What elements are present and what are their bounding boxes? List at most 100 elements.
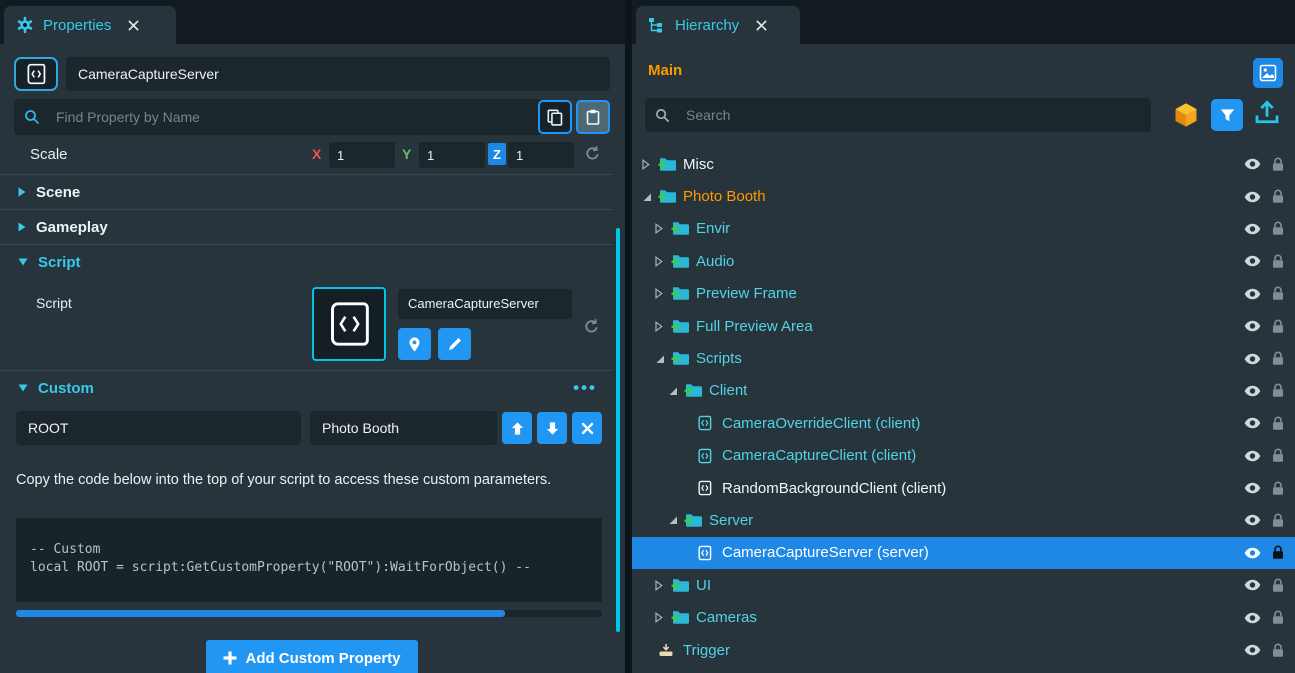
chevron-collapsed-icon[interactable] <box>655 288 671 299</box>
scale-z-input[interactable] <box>508 148 574 163</box>
visibility-eye-icon[interactable] <box>1244 191 1261 203</box>
lock-icon[interactable] <box>1272 221 1284 236</box>
edit-script-button[interactable] <box>438 328 471 360</box>
script-icon <box>697 415 720 431</box>
section-header-gameplay[interactable]: Gameplay <box>0 209 613 244</box>
tree-item-scripts[interactable]: Scripts <box>632 342 1295 374</box>
close-icon[interactable] <box>128 20 139 31</box>
trigger-icon <box>658 643 681 658</box>
visibility-eye-icon[interactable] <box>1244 547 1261 559</box>
section-header-custom[interactable]: Custom ••• <box>0 370 613 405</box>
scale-x-input[interactable] <box>329 148 395 163</box>
lock-icon[interactable] <box>1272 481 1284 496</box>
visibility-eye-icon[interactable] <box>1244 417 1261 429</box>
lock-icon[interactable] <box>1272 416 1284 431</box>
tree-item-cameras[interactable]: Cameras <box>632 601 1295 633</box>
visibility-eye-icon[interactable] <box>1244 579 1261 591</box>
chevron-collapsed-icon[interactable] <box>655 580 671 591</box>
tree-item-trigger[interactable]: Trigger <box>632 634 1295 666</box>
tree-item-misc[interactable]: Misc <box>632 148 1295 180</box>
tree-item-photo-booth[interactable]: Photo Booth <box>632 180 1295 212</box>
horizontal-scrollbar-track[interactable] <box>16 610 602 617</box>
property-search-input[interactable] <box>44 109 542 125</box>
add-custom-property-button[interactable]: Add Custom Property <box>206 640 418 673</box>
visibility-eye-icon[interactable] <box>1244 223 1261 235</box>
tree-item-cameracaptureserver-server[interactable]: CameraCaptureServer (server) <box>632 537 1295 569</box>
more-options-icon[interactable]: ••• <box>573 378 613 398</box>
section-header-scene[interactable]: Scene <box>0 174 613 209</box>
visibility-eye-icon[interactable] <box>1244 385 1261 397</box>
chevron-collapsed-icon[interactable] <box>655 223 671 234</box>
visibility-eye-icon[interactable] <box>1244 612 1261 624</box>
hierarchy-search-input[interactable] <box>674 107 1151 123</box>
copy-properties-button[interactable] <box>538 100 572 134</box>
template-button[interactable] <box>1253 58 1283 88</box>
script-thumbnail[interactable] <box>312 287 386 361</box>
chevron-collapsed-icon[interactable] <box>642 159 658 170</box>
paste-properties-button[interactable] <box>576 100 610 134</box>
filter-button[interactable] <box>1211 99 1243 131</box>
chevron-expanded-icon[interactable] <box>668 386 684 396</box>
properties-tab[interactable]: Properties <box>4 6 176 44</box>
visibility-eye-icon[interactable] <box>1244 450 1261 462</box>
scale-label: Scale <box>30 146 68 163</box>
lock-icon[interactable] <box>1272 157 1284 172</box>
reset-scale-icon[interactable] <box>584 145 601 162</box>
reset-script-icon[interactable] <box>583 318 600 335</box>
folder-icon <box>658 189 681 204</box>
horizontal-scrollbar-thumb[interactable] <box>16 610 505 617</box>
visibility-eye-icon[interactable] <box>1244 353 1261 365</box>
tree-item-cameraoverrideclient-client[interactable]: CameraOverrideClient (client) <box>632 407 1295 439</box>
chevron-collapsed-icon[interactable] <box>655 612 671 623</box>
visibility-eye-icon[interactable] <box>1244 158 1261 170</box>
plus-icon <box>223 651 237 665</box>
tree-item-server[interactable]: Server <box>632 504 1295 536</box>
tree-item-full-preview-area[interactable]: Full Preview Area <box>632 310 1295 342</box>
tree-item-preview-frame[interactable]: Preview Frame <box>632 278 1295 310</box>
scale-y-input[interactable] <box>419 148 485 163</box>
lock-icon[interactable] <box>1272 351 1284 366</box>
move-param-down-button[interactable] <box>537 412 567 444</box>
lock-icon[interactable] <box>1272 189 1284 204</box>
export-button[interactable] <box>1252 98 1282 128</box>
custom-param-value-input[interactable] <box>310 420 497 436</box>
find-in-hierarchy-button[interactable] <box>398 328 431 360</box>
chevron-collapsed-icon[interactable] <box>655 256 671 267</box>
visibility-eye-icon[interactable] <box>1244 514 1261 526</box>
lock-icon[interactable] <box>1272 254 1284 269</box>
tree-item-ui[interactable]: UI <box>632 569 1295 601</box>
hierarchy-tab[interactable]: Hierarchy <box>636 6 800 44</box>
chevron-collapsed-icon[interactable] <box>655 321 671 332</box>
visibility-eye-icon[interactable] <box>1244 482 1261 494</box>
tree-item-cameracaptureclient-client[interactable]: CameraCaptureClient (client) <box>632 440 1295 472</box>
custom-param-name-input[interactable] <box>16 420 301 436</box>
section-header-script[interactable]: Script <box>0 244 613 279</box>
tree-item-randombackgroundclient-client[interactable]: RandomBackgroundClient (client) <box>632 472 1295 504</box>
lock-icon[interactable] <box>1272 286 1284 301</box>
vertical-scrollbar-thumb[interactable] <box>616 228 620 632</box>
tree-item-envir[interactable]: Envir <box>632 213 1295 245</box>
visibility-eye-icon[interactable] <box>1244 288 1261 300</box>
delete-param-button[interactable] <box>572 412 602 444</box>
visibility-eye-icon[interactable] <box>1244 320 1261 332</box>
scene-root-label[interactable]: Main <box>648 62 682 79</box>
close-icon[interactable] <box>756 20 767 31</box>
object-name-input[interactable] <box>66 66 610 82</box>
chevron-expanded-icon[interactable] <box>642 192 658 202</box>
tree-item-audio[interactable]: Audio <box>632 245 1295 277</box>
lock-icon[interactable] <box>1272 578 1284 593</box>
visibility-eye-icon[interactable] <box>1244 644 1261 656</box>
chevron-expanded-icon[interactable] <box>655 354 671 364</box>
move-param-up-button[interactable] <box>502 412 532 444</box>
lock-icon[interactable] <box>1272 610 1284 625</box>
chevron-expanded-icon[interactable] <box>668 515 684 525</box>
lock-icon[interactable] <box>1272 643 1284 658</box>
lock-icon[interactable] <box>1272 545 1284 560</box>
lock-icon[interactable] <box>1272 513 1284 528</box>
lock-icon[interactable] <box>1272 448 1284 463</box>
lock-icon[interactable] <box>1272 383 1284 398</box>
tree-item-client[interactable]: Client <box>632 375 1295 407</box>
visibility-eye-icon[interactable] <box>1244 255 1261 267</box>
lock-icon[interactable] <box>1272 319 1284 334</box>
asset-package-button[interactable] <box>1172 101 1200 129</box>
